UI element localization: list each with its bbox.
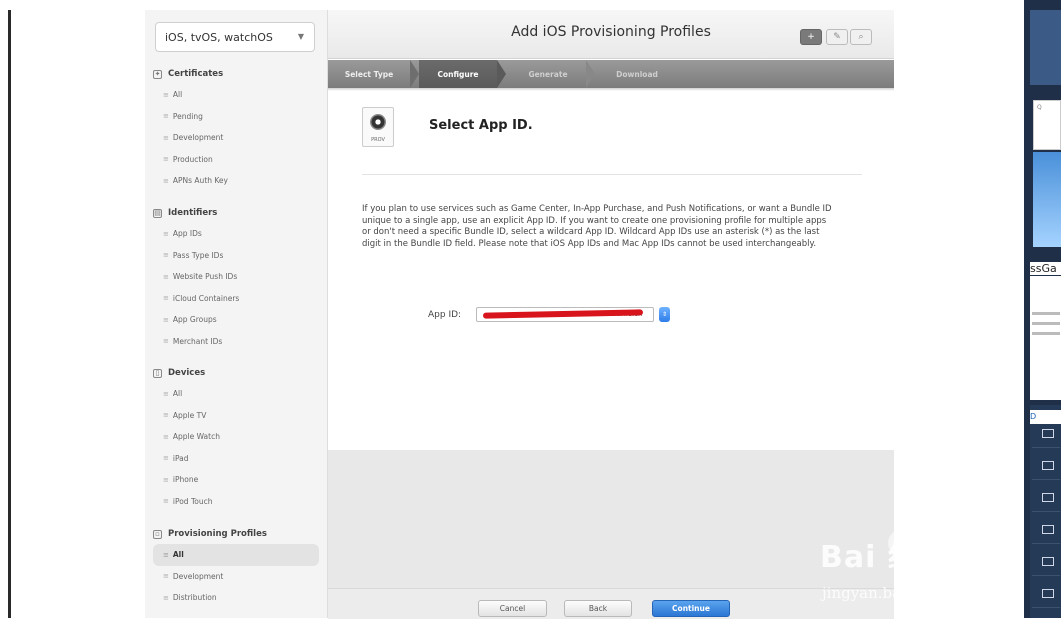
list-item[interactable] bbox=[1032, 585, 1060, 608]
file-icon bbox=[1042, 525, 1054, 534]
back-button[interactable]: Back bbox=[564, 600, 632, 617]
cancel-button[interactable]: Cancel bbox=[478, 600, 547, 617]
main-panel: Add iOS Provisioning Profiles + ✎ ⌕ Sele… bbox=[328, 10, 894, 619]
step-configure: Configure bbox=[419, 60, 497, 88]
file-icon bbox=[1042, 461, 1054, 470]
side-window-badge: D bbox=[1030, 410, 1061, 424]
side-window-thumbnail bbox=[1033, 152, 1061, 247]
content-bottom-area bbox=[328, 450, 894, 588]
side-window-list bbox=[1030, 405, 1061, 618]
section-devices: ▯ Devices ≡ All ≡ Apple TV ≡ Apple Watch ≡ i… bbox=[145, 363, 327, 512]
sidebar-item-pending[interactable]: ≡ Pending bbox=[145, 106, 327, 128]
document-icon: ▫ bbox=[153, 529, 162, 539]
sidebar-item-apple-watch[interactable]: ≡ Apple Watch bbox=[145, 426, 327, 448]
sidebar-item-icloud-containers[interactable]: ≡ iCloud Containers bbox=[145, 288, 327, 310]
sidebar-item-app-ids[interactable]: ≡ App IDs bbox=[145, 223, 327, 245]
watermark-brand: Bai 经验 bbox=[820, 540, 950, 575]
device-icon: ▯ bbox=[153, 368, 162, 378]
step-select-type: Select Type bbox=[344, 69, 394, 79]
sidebar-item-profiles-distribution[interactable]: ≡ Distribution bbox=[145, 587, 327, 609]
sidebar-item-ipod-touch[interactable]: ≡ iPod Touch bbox=[145, 491, 327, 513]
app-id-label: App ID: bbox=[428, 310, 462, 320]
section-header-identifiers[interactable]: ▤ Identifiers bbox=[145, 203, 327, 223]
file-icon bbox=[1042, 429, 1054, 438]
step-separator bbox=[410, 60, 419, 88]
sidebar-item-development[interactable]: ≡ Development bbox=[145, 127, 327, 149]
divider bbox=[362, 174, 862, 175]
sidebar-item-pass-type-ids[interactable]: ≡ Pass Type IDs bbox=[145, 245, 327, 267]
side-window-text-block bbox=[1030, 276, 1061, 400]
sidebar-item-apns-auth-key[interactable]: ≡ APNs Auth Key bbox=[145, 170, 327, 192]
section-header-provisioning-profiles[interactable]: ▫ Provisioning Profiles bbox=[145, 524, 327, 544]
list-item[interactable] bbox=[1032, 553, 1060, 576]
side-window-header bbox=[1030, 10, 1061, 85]
select-arrows-icon[interactable]: ⇕ bbox=[659, 307, 670, 322]
title-bar: Add iOS Provisioning Profiles + ✎ ⌕ bbox=[328, 10, 894, 59]
step-separator bbox=[497, 60, 506, 88]
sidebar-item-merchant-ids[interactable]: ≡ Merchant IDs bbox=[145, 331, 327, 353]
background-area bbox=[894, 10, 1024, 618]
provisioning-profile-icon: PROV bbox=[362, 107, 394, 147]
edit-button[interactable]: ✎ bbox=[826, 29, 848, 45]
section-provisioning-profiles: ▫ Provisioning Profiles ≡ All ≡ Developmen… bbox=[145, 524, 327, 609]
platform-select-value: iOS, tvOS, watchOS bbox=[165, 30, 273, 44]
side-window-search[interactable]: Q bbox=[1033, 100, 1061, 150]
step-separator bbox=[586, 60, 595, 88]
list-item[interactable] bbox=[1032, 489, 1060, 512]
wizard-steps: Select Type Configure Generate Download bbox=[328, 60, 894, 88]
section-header-certificates[interactable]: ✦ Certificates bbox=[145, 64, 327, 84]
description-text: If you plan to use services such as Game… bbox=[362, 204, 832, 249]
sidebar-item-apple-tv[interactable]: ≡ Apple TV bbox=[145, 405, 327, 427]
app-id-select[interactable]: com.ChessGame.cn bbox=[476, 307, 654, 322]
step-download: Download bbox=[616, 69, 658, 79]
section-identifiers: ▤ Identifiers ≡ App IDs ≡ Pass Type IDs ≡ W… bbox=[145, 203, 327, 352]
section-certificates: ✦ Certificates ≡ All ≡ Pending ≡ Developmen… bbox=[145, 64, 327, 192]
certificate-icon: ✦ bbox=[153, 69, 162, 79]
list-item[interactable] bbox=[1032, 457, 1060, 480]
sidebar-item-certificates-all[interactable]: ≡ All bbox=[145, 84, 327, 106]
sidebar-item-website-push-ids[interactable]: ≡ Website Push IDs bbox=[145, 266, 327, 288]
step-generate: Generate bbox=[528, 69, 568, 79]
chevron-down-icon: ▼ bbox=[297, 32, 304, 41]
sidebar: iOS, tvOS, watchOS ▼ ✦ Certificates ≡ All… bbox=[145, 10, 328, 618]
search-button[interactable]: ⌕ bbox=[850, 29, 872, 45]
list-item[interactable] bbox=[1032, 425, 1060, 448]
side-window-title: ssGa bbox=[1030, 262, 1061, 275]
file-icon bbox=[1042, 589, 1054, 598]
add-button[interactable]: + bbox=[800, 29, 822, 45]
section-header-devices[interactable]: ▯ Devices bbox=[145, 363, 327, 383]
platform-select[interactable]: iOS, tvOS, watchOS ▼ bbox=[155, 22, 315, 52]
file-icon bbox=[1042, 493, 1054, 502]
sidebar-item-production[interactable]: ≡ Production bbox=[145, 149, 327, 171]
section-heading: Select App ID. bbox=[429, 118, 533, 133]
file-icon bbox=[1042, 557, 1054, 566]
sidebar-item-profiles-development[interactable]: ≡ Development bbox=[145, 566, 327, 588]
sidebar-item-profiles-all[interactable]: ≡ All bbox=[153, 544, 319, 566]
sidebar-item-devices-all[interactable]: ≡ All bbox=[145, 383, 327, 405]
id-icon: ▤ bbox=[153, 208, 162, 218]
watermark-url: jingyan.baidu.com bbox=[822, 584, 962, 602]
gear-icon bbox=[370, 114, 386, 130]
footer-bar: Cancel Back Continue bbox=[328, 588, 894, 619]
continue-button[interactable]: Continue bbox=[652, 600, 730, 617]
sidebar-item-ipad[interactable]: ≡ iPad bbox=[145, 448, 327, 470]
window-edge bbox=[0, 0, 12, 618]
sidebar-item-iphone[interactable]: ≡ iPhone bbox=[145, 469, 327, 491]
sidebar-item-app-groups[interactable]: ≡ App Groups bbox=[145, 309, 327, 331]
list-item[interactable] bbox=[1032, 521, 1060, 544]
